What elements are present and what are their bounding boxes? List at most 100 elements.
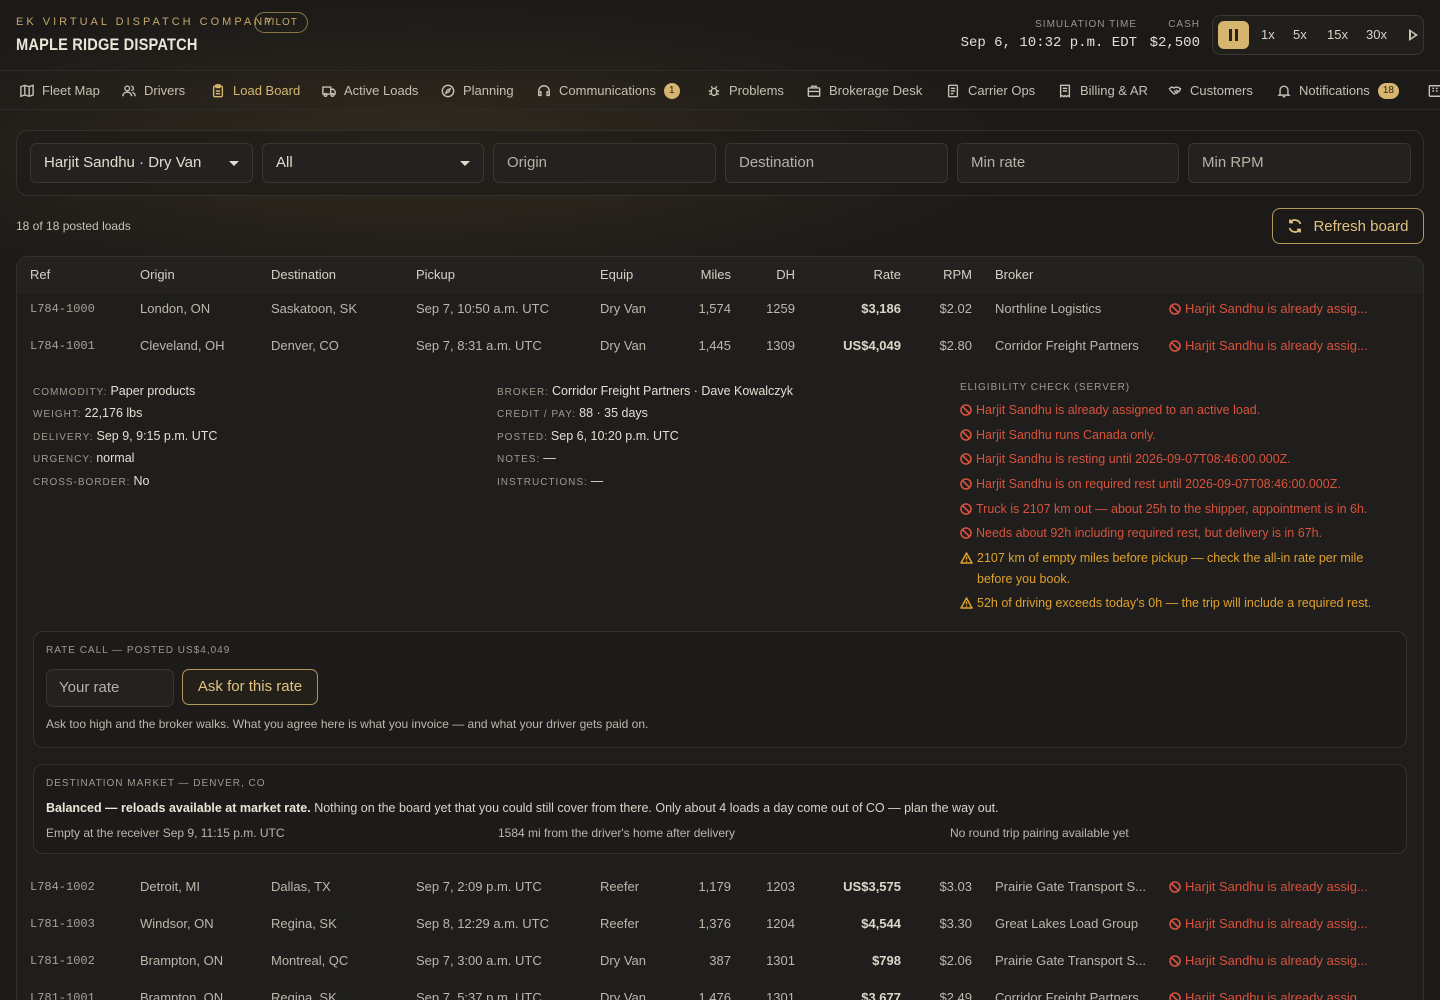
table-row[interactable]: L784-1000 London, ON Saskatoon, SK Sep 7, 1… [17, 291, 1423, 328]
table-row[interactable]: L784-1001 Cleveland, OH Denver, CO Sep 7, 8… [17, 328, 1423, 365]
cell-miles: 1,179 [698, 879, 731, 894]
cell-rate: $798 [872, 953, 901, 968]
tab-brokerage-desk[interactable]: Brokerage Desk [807, 71, 923, 109]
col-destination[interactable]: Destination [271, 267, 336, 282]
tab-label: Active Loads [344, 83, 419, 98]
col-ref[interactable]: Ref [30, 267, 50, 282]
status-text: Harjit Sandhu is already assig... [1185, 990, 1368, 1000]
driver-select[interactable]: Harjit Sandhu · Dry Van [30, 143, 253, 183]
loads-count: 18 of 18 posted loads [16, 219, 131, 233]
cell-dh: 1301 [766, 953, 795, 968]
tab-planning[interactable]: Planning [441, 71, 514, 109]
table-row[interactable]: L784-1002 Detroit, MI Dallas, TX Sep 7, 2:0… [17, 869, 1423, 906]
cell-pickup: Sep 7, 3:00 a.m. UTC [416, 953, 542, 968]
tab-notifications[interactable]: Notifications 18 [1277, 71, 1399, 109]
ban-icon [1169, 991, 1181, 1000]
communications-badge: 1 [663, 82, 680, 99]
cell-pickup: Sep 8, 12:29 a.m. UTC [416, 916, 549, 931]
bug-icon [708, 85, 720, 96]
table-row[interactable]: L781-1003 Windsor, ON Regina, SK Sep 8, 12:… [17, 906, 1423, 943]
cell-origin: Detroit, MI [140, 879, 200, 894]
table-row[interactable]: L781-1001 Brampton, ON Regina, SK Sep 7, 5:… [17, 980, 1423, 1000]
col-rate[interactable]: Rate [874, 267, 901, 282]
tab-drivers[interactable]: Drivers [122, 71, 185, 109]
tab-load-board[interactable]: Load Board [211, 71, 300, 109]
filter-bar: Harjit Sandhu · Dry Van All Origin Desti… [16, 130, 1424, 196]
pause-button[interactable] [1218, 21, 1249, 49]
cell-origin: Brampton, ON [140, 990, 224, 1000]
cell-pickup: Sep 7, 2:09 p.m. UTC [416, 879, 542, 894]
min-rate-input[interactable]: Min rate [957, 143, 1179, 183]
origin-input[interactable]: Origin [493, 143, 716, 183]
tab-customers[interactable]: Customers [1168, 71, 1253, 109]
speed-1x-button[interactable]: 1x [1261, 27, 1275, 42]
cell-origin: Windsor, ON [140, 916, 214, 931]
cell-eligibility-status: Harjit Sandhu is already assig... [1169, 990, 1368, 1000]
detail-value: No [133, 474, 150, 488]
detail-key: DELIVERY: [33, 432, 94, 443]
tab-problems[interactable]: Problems [707, 71, 784, 109]
detail-weight: WEIGHT: 22,176 lbs [33, 406, 142, 420]
speed-30x-button[interactable]: 30x [1366, 27, 1387, 42]
cell-broker: Corridor Freight Partners [995, 990, 1139, 1000]
status-text: Harjit Sandhu is already assig... [1185, 916, 1368, 931]
ban-icon [960, 503, 972, 515]
detail-value: normal [96, 451, 135, 465]
tab-label: Planning [463, 83, 514, 98]
col-broker[interactable]: Broker [995, 267, 1033, 282]
tab-label: Brokerage Desk [829, 83, 923, 98]
cell-eligibility-status: Harjit Sandhu is already assig... [1169, 879, 1368, 894]
tab-label: Problems [729, 83, 784, 98]
col-dh[interactable]: DH [776, 267, 795, 282]
rate-call-card: RATE CALL — POSTED US$4,049 Your rate As… [33, 631, 1407, 748]
tab-billing-ar[interactable]: Billing & AR [1058, 71, 1148, 109]
cell-broker: Northline Logistics [995, 301, 1102, 316]
cell-ref: L781-1002 [30, 954, 95, 968]
tab-more[interactable] [1428, 71, 1440, 109]
detail-key: NOTES: [497, 454, 541, 465]
speed-5x-button[interactable]: 5x [1293, 27, 1307, 42]
col-rpm[interactable]: RPM [943, 267, 972, 282]
table-row[interactable]: L781-1002 Brampton, ON Montreal, QC Sep 7, … [17, 943, 1423, 980]
your-rate-input[interactable]: Your rate [46, 669, 174, 707]
cell-eligibility-status: Harjit Sandhu is already assig... [1169, 916, 1368, 931]
col-origin[interactable]: Origin [140, 267, 175, 282]
col-equip[interactable]: Equip [600, 267, 633, 282]
tab-active-loads[interactable]: Active Loads [322, 71, 419, 109]
building-icon [1428, 84, 1440, 97]
market-text: Nothing on the board yet that you could … [314, 801, 999, 815]
cash-value: $2,500 [1149, 35, 1200, 51]
ban-icon [1169, 302, 1181, 315]
eligibility-text: 2107 km of empty miles before pickup — c… [977, 551, 1364, 586]
detail-posted: POSTED: Sep 6, 10:20 p.m. UTC [497, 429, 679, 443]
cell-dh: 1309 [766, 338, 795, 353]
cell-destination: Montreal, QC [271, 953, 349, 968]
destination-input[interactable]: Destination [725, 143, 948, 183]
equipment-select[interactable]: All [262, 143, 484, 183]
cell-rpm: $3.30 [939, 916, 972, 931]
handshake-icon [1168, 85, 1182, 95]
tab-carrier-ops[interactable]: Carrier Ops [946, 71, 1035, 109]
cell-broker: Prairie Gate Transport S... [995, 953, 1147, 968]
tab-fleet-map[interactable]: Fleet Map [20, 71, 100, 109]
cell-rpm: $2.49 [939, 990, 972, 1000]
refresh-board-button[interactable]: Refresh board [1272, 208, 1424, 244]
cell-dh: 1259 [766, 301, 795, 316]
cell-destination: Regina, SK [271, 916, 337, 931]
receipt-icon [1059, 84, 1071, 98]
tab-communications[interactable]: Communications 1 [537, 71, 680, 109]
eligibility-error: Harjit Sandhu is resting until 2026-09-0… [960, 449, 1400, 470]
speed-15x-button[interactable]: 15x [1327, 27, 1348, 42]
cell-equip: Dry Van [600, 338, 646, 353]
min-rpm-input[interactable]: Min RPM [1188, 143, 1411, 183]
col-miles[interactable]: Miles [701, 267, 731, 282]
cell-miles: 1,574 [698, 301, 731, 316]
eligibility-error: Truck is 2107 km out — about 25h to the … [960, 499, 1400, 520]
ban-icon [1169, 880, 1181, 893]
cell-miles: 387 [709, 953, 731, 968]
ban-icon [960, 453, 972, 465]
detail-instructions: INSTRUCTIONS: — [497, 474, 603, 488]
speed-controls: 1x 5x 15x 30x [1212, 15, 1424, 55]
col-pickup[interactable]: Pickup [416, 267, 455, 282]
ask-rate-button[interactable]: Ask for this rate [182, 669, 318, 705]
